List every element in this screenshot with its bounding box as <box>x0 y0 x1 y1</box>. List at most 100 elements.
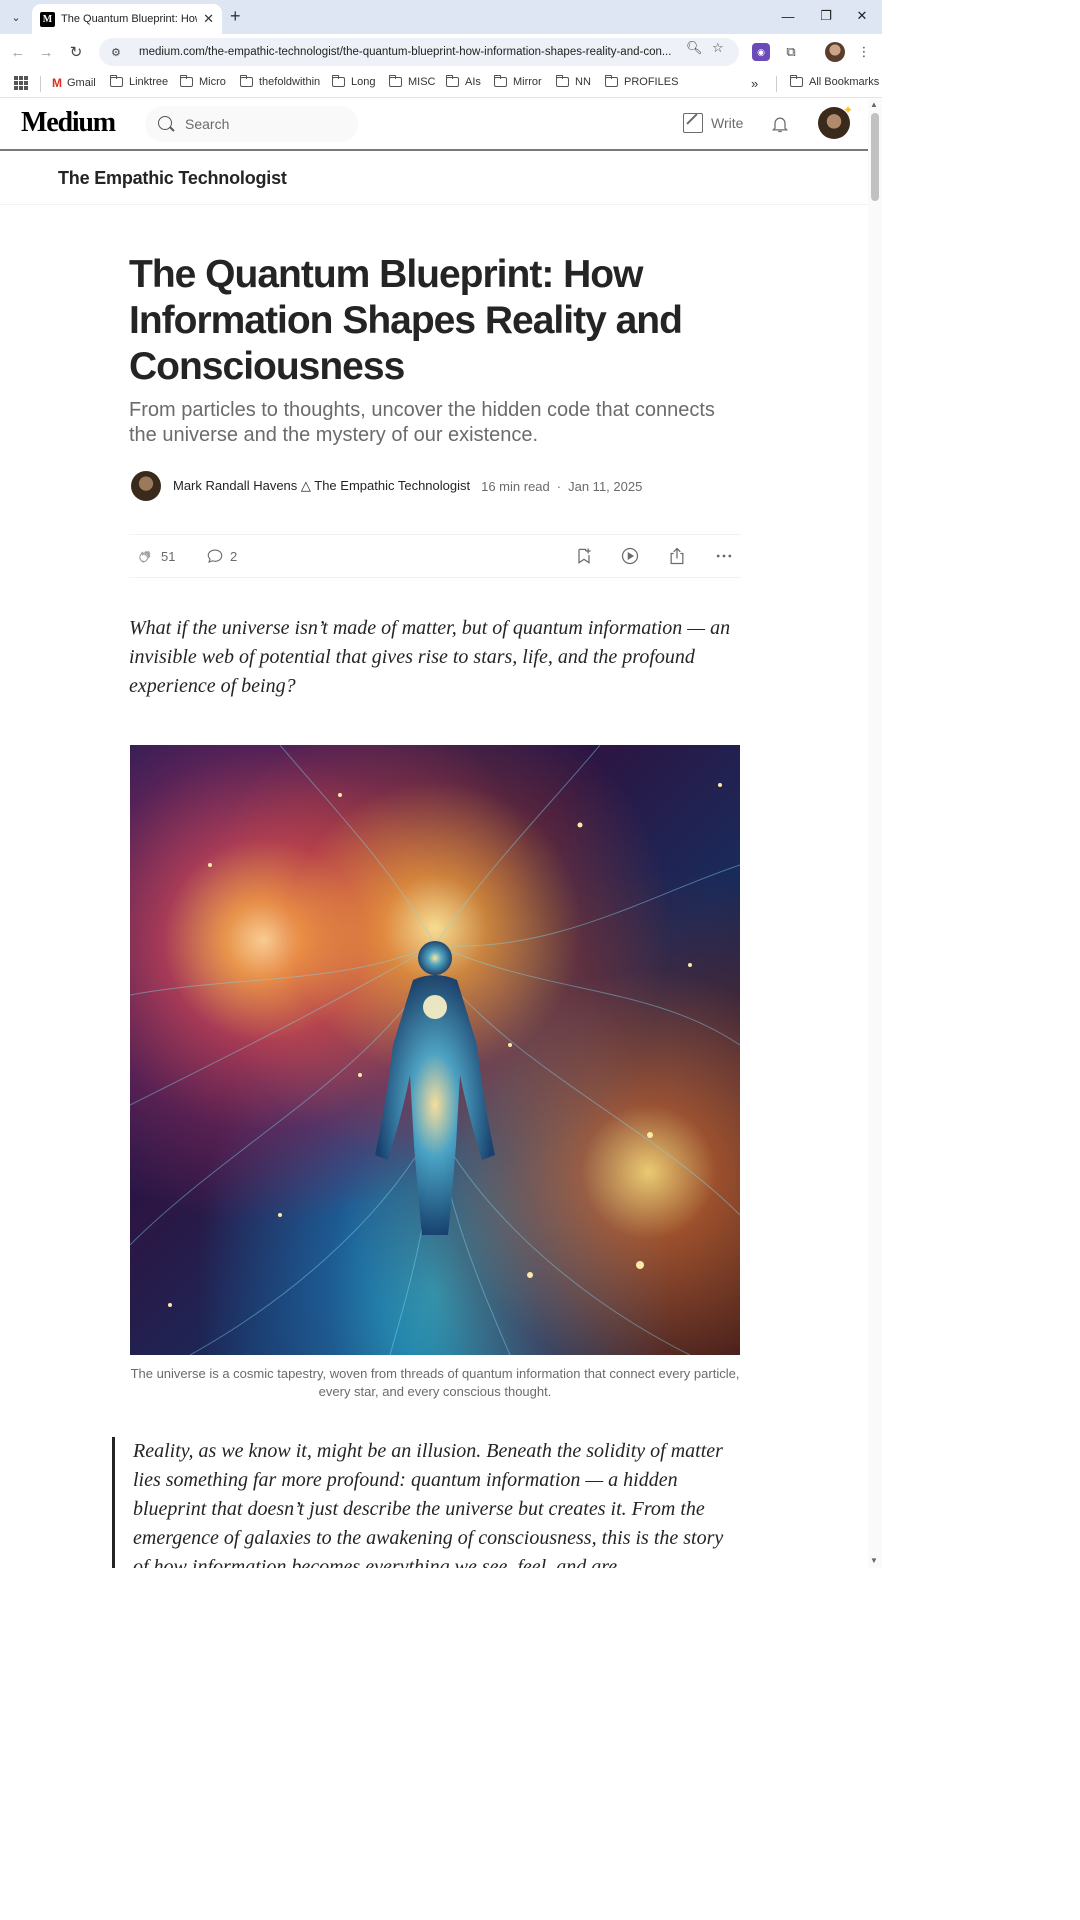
image-caption: The universe is a cosmic tapestry, woven… <box>130 1366 740 1399</box>
bookmark-star-icon[interactable]: ☆ <box>712 40 724 56</box>
hero-illustration <box>130 745 740 1355</box>
back-arrow-icon[interactable]: ← <box>8 42 28 62</box>
bookmark-label: Micro <box>199 76 226 88</box>
folder-icon <box>110 75 123 87</box>
response-count: 2 <box>230 548 238 564</box>
browser-menu-icon[interactable]: ⋮ <box>855 43 873 61</box>
bookmark-ais[interactable]: AIs <box>446 75 481 88</box>
all-bookmarks-button[interactable]: All Bookmarks <box>790 75 880 88</box>
folder-icon <box>240 75 253 87</box>
extension-camera-icon[interactable]: ◉ <box>752 43 770 61</box>
responses-button[interactable]: 2 <box>206 547 237 565</box>
bookmark-mirror[interactable]: Mirror <box>494 75 542 88</box>
address-bar[interactable]: ⚙ medium.com/the-empathic-technologist/t… <box>99 38 739 66</box>
author-avatar[interactable] <box>131 471 161 501</box>
folder-icon <box>605 75 618 87</box>
medium-logo[interactable]: Medium <box>21 107 116 139</box>
hero-image-cosmic-figure[interactable] <box>130 745 740 1355</box>
article-intro: What if the universe isn’t made of matte… <box>129 617 731 697</box>
site-info-icon[interactable]: ⚙ <box>111 46 127 59</box>
bookmarks-bar: M Gmail Linktree Micro thefoldwithin Lon… <box>0 70 882 98</box>
byline: Mark Randall Havens △ The Empathic Techn… <box>131 471 642 501</box>
folder-icon <box>556 75 569 87</box>
article-action-bar: 51 2 <box>129 534 741 578</box>
article-subtitle: From particles to thoughts, uncover the … <box>129 399 715 446</box>
write-button[interactable]: Write <box>683 113 743 133</box>
browser-toolbar: ← → ↻ ⚙ medium.com/the-empathic-technolo… <box>0 34 882 70</box>
bookmark-nn[interactable]: NN <box>556 75 591 88</box>
bookmark-label: PROFILES <box>624 76 679 88</box>
forward-arrow-icon[interactable]: → <box>36 42 56 62</box>
share-icon[interactable] <box>667 546 687 566</box>
bookmark-misc[interactable]: MISC <box>389 75 436 88</box>
search-icon <box>157 115 175 133</box>
bookmarks-divider <box>776 76 777 92</box>
publish-date: Jan 11, 2025 <box>568 478 643 494</box>
bookmark-label: Long <box>351 76 376 88</box>
bookmark-label: AIs <box>465 76 481 88</box>
reload-icon[interactable]: ↻ <box>66 42 86 62</box>
search-box[interactable] <box>145 106 358 142</box>
browser-tab-bar: ⌄ M The Quantum Blueprint: How Informati… <box>0 0 882 34</box>
folder-icon <box>494 75 507 87</box>
clap-icon <box>139 550 151 563</box>
zoom-icon[interactable]: 🔍︎ <box>686 40 703 56</box>
write-pencil-icon <box>683 113 703 133</box>
folder-icon <box>790 75 803 87</box>
window-close-icon[interactable]: ✕ <box>850 6 874 26</box>
restore-icon[interactable]: ❐ <box>814 6 838 26</box>
bookmark-label: thefoldwithin <box>259 76 321 88</box>
bookmark-label: Mirror <box>513 76 542 88</box>
article-pull-quote: Reality, as we know it, might be an illu… <box>112 1437 742 1568</box>
scroll-down-icon[interactable]: ▼ <box>870 1556 878 1565</box>
bookmark-label: MISC <box>408 76 436 88</box>
bookmark-gmail[interactable]: M Gmail <box>52 76 96 90</box>
write-label: Write <box>711 115 744 131</box>
bookmark-label: Linktree <box>129 76 169 88</box>
folder-icon <box>389 75 402 87</box>
save-bookmark-icon[interactable] <box>574 546 594 566</box>
member-star-icon: ✦ <box>842 103 853 117</box>
meta-separator: · <box>556 478 562 494</box>
article-title: The Quantum Blueprint: How Information S… <box>129 253 683 388</box>
notifications-bell-icon[interactable] <box>770 114 790 134</box>
bookmark-label: NN <box>575 76 591 88</box>
scroll-up-icon[interactable]: ▲ <box>870 100 878 109</box>
medium-header: Medium Write ✦ <box>0 99 868 151</box>
tab-search-button[interactable]: ⌄ <box>5 6 27 28</box>
bookmark-thefoldwithin[interactable]: thefoldwithin <box>240 75 321 88</box>
clap-button[interactable]: 51 <box>137 547 175 565</box>
extensions-puzzle-icon[interactable]: ⧉ <box>782 43 800 61</box>
scrollbar-thumb[interactable] <box>871 113 879 201</box>
folder-icon <box>332 75 345 87</box>
publication-name[interactable]: The Empathic Technologist <box>58 168 287 189</box>
more-bookmarks-button[interactable]: » <box>751 76 758 91</box>
folder-icon <box>180 75 193 87</box>
bookmarks-divider <box>40 76 41 92</box>
tab-close-icon[interactable]: ✕ <box>203 11 214 27</box>
bookmark-long[interactable]: Long <box>332 75 376 88</box>
minimize-icon[interactable]: — <box>776 6 800 26</box>
clap-count: 51 <box>161 548 176 564</box>
url-text[interactable]: medium.com/the-empathic-technologist/the… <box>139 46 689 58</box>
browser-tab-active[interactable]: M The Quantum Blueprint: How Information… <box>32 4 222 34</box>
apps-grid-icon[interactable] <box>14 76 28 90</box>
author-name[interactable]: Mark Randall Havens △ The Empathic Techn… <box>173 478 470 494</box>
browser-profile-avatar[interactable] <box>825 42 845 62</box>
user-avatar[interactable]: ✦ <box>818 103 853 139</box>
bookmark-micro[interactable]: Micro <box>180 75 226 88</box>
bookmark-label: All Bookmarks <box>809 76 880 88</box>
tab-title: The Quantum Blueprint: How Information S… <box>61 13 197 25</box>
comment-icon <box>207 549 223 563</box>
bookmark-linktree[interactable]: Linktree <box>110 75 169 88</box>
new-tab-button[interactable]: + <box>230 6 241 26</box>
medium-favicon-icon: M <box>40 11 55 27</box>
gmail-icon: M <box>52 76 62 90</box>
search-input[interactable] <box>185 116 345 132</box>
page-scrollbar[interactable] <box>868 99 882 1568</box>
more-options-icon[interactable] <box>714 546 734 566</box>
listen-play-icon[interactable] <box>620 546 640 566</box>
bookmark-label: Gmail <box>67 77 96 89</box>
read-time: 16 min read <box>481 478 550 494</box>
bookmark-profiles[interactable]: PROFILES <box>605 75 679 88</box>
